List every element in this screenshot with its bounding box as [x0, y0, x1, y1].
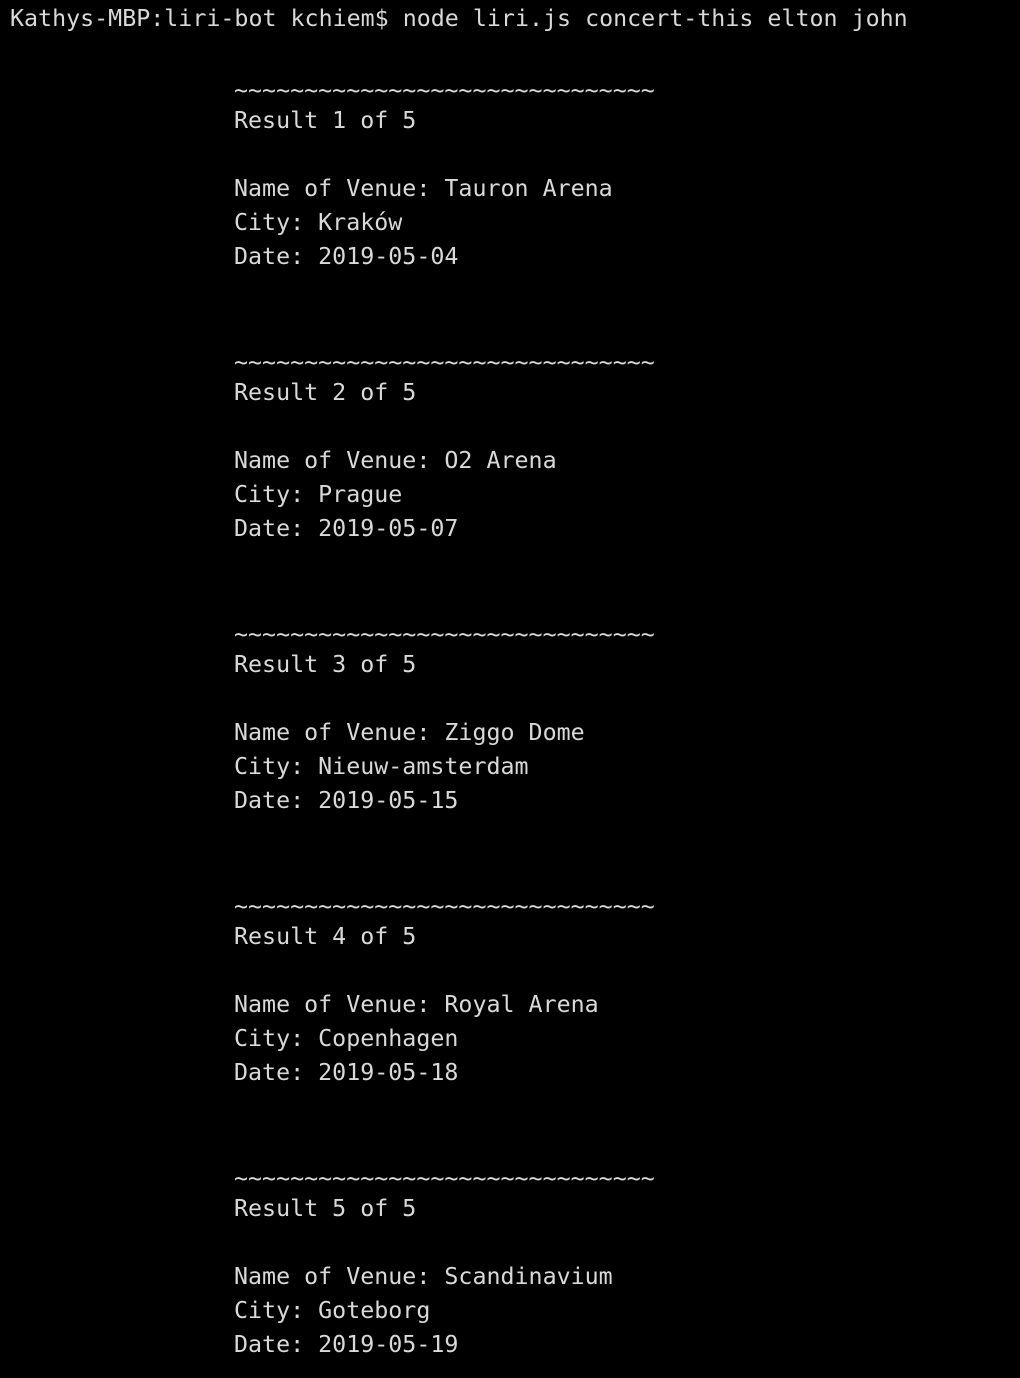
result-city: City: Copenhagen	[234, 1025, 459, 1052]
result-city: City: Kraków	[234, 209, 403, 236]
result-venue: Name of Venue: O2 Arena	[234, 447, 557, 474]
shell-prompt: Kathys-MBP:liri-bot kchiem$	[10, 5, 389, 32]
result-city: City: Nieuw-amsterdam	[234, 753, 529, 780]
result-header: Result 2 of 5	[234, 379, 417, 406]
result-header: Result 3 of 5	[234, 651, 417, 678]
result-separator: ~~~~~~~~~~~~~~~~~~~~~~~~~~~~~~	[234, 77, 655, 104]
result-date: Date: 2019-05-07	[234, 515, 459, 542]
result-separator: ~~~~~~~~~~~~~~~~~~~~~~~~~~~~~~	[234, 621, 655, 648]
result-separator: ~~~~~~~~~~~~~~~~~~~~~~~~~~~~~~	[234, 893, 655, 920]
result-city: City: Prague	[234, 481, 403, 508]
terminal-window[interactable]: Kathys-MBP:liri-bot kchiem$ node liri.js…	[0, 0, 1020, 1378]
result-date: Date: 2019-05-19	[234, 1331, 459, 1358]
result-header: Result 5 of 5	[234, 1195, 417, 1222]
result-date: Date: 2019-05-04	[234, 243, 459, 270]
result-header: Result 4 of 5	[234, 923, 417, 950]
result-venue: Name of Venue: Royal Arena	[234, 991, 599, 1018]
result-venue: Name of Venue: Ziggo Dome	[234, 719, 585, 746]
command-text: node liri.js concert-this elton john	[402, 5, 908, 32]
result-header: Result 1 of 5	[234, 107, 417, 134]
result-venue: Name of Venue: Scandinavium	[234, 1263, 613, 1290]
result-date: Date: 2019-05-18	[234, 1059, 459, 1086]
command-line: Kathys-MBP:liri-bot kchiem$ node liri.js…	[10, 2, 908, 36]
result-date: Date: 2019-05-15	[234, 787, 459, 814]
result-separator: ~~~~~~~~~~~~~~~~~~~~~~~~~~~~~~	[234, 349, 655, 376]
result-separator: ~~~~~~~~~~~~~~~~~~~~~~~~~~~~~~	[234, 1165, 655, 1192]
result-city: City: Goteborg	[234, 1297, 431, 1324]
result-venue: Name of Venue: Tauron Arena	[234, 175, 613, 202]
